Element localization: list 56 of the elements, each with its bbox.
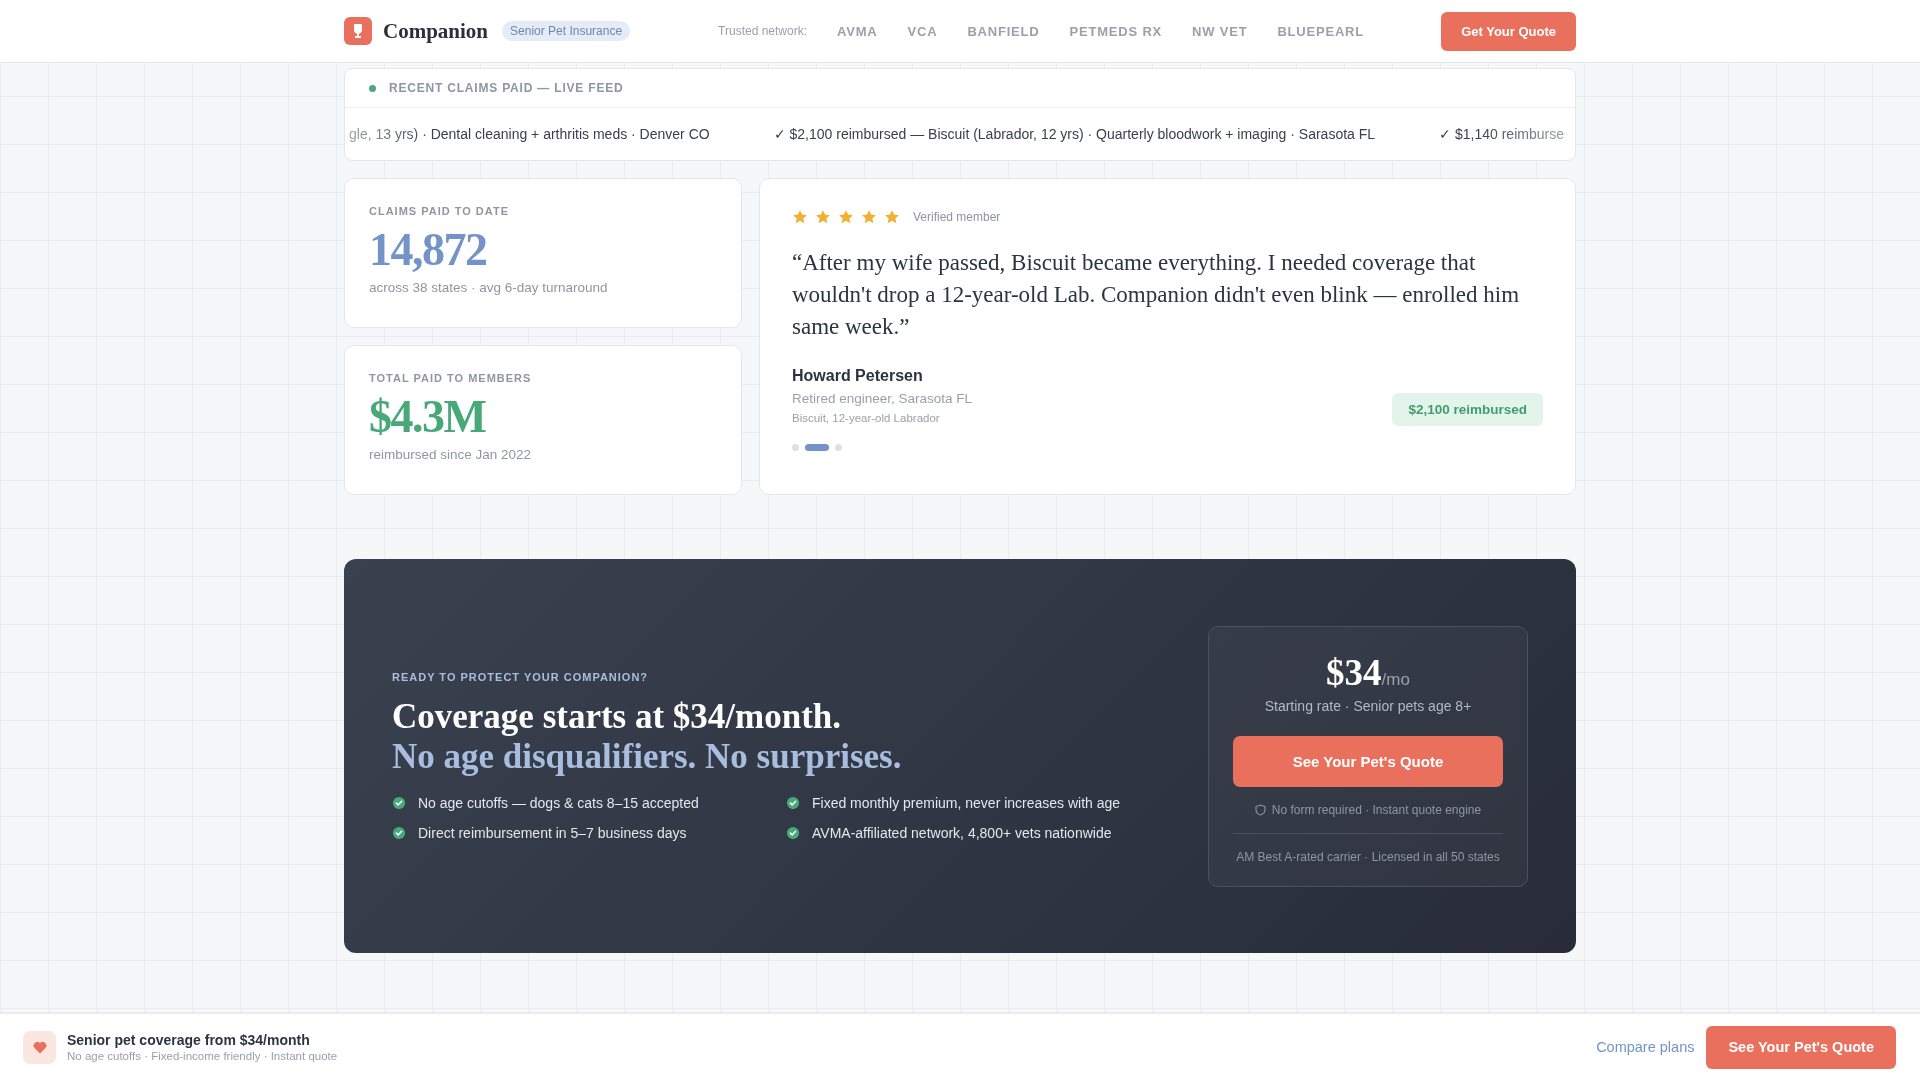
stat-note: reimbursed since Jan 2022 (369, 446, 533, 462)
stat-value: 14,872 (369, 225, 488, 276)
network-label: Trusted network: (718, 24, 808, 38)
shield-icon (1254, 803, 1266, 816)
bar-title: Senior pet coverage from $34/month (67, 1032, 311, 1048)
category-badge: Senior Pet Insurance (502, 21, 631, 41)
carousel-dot[interactable] (835, 444, 842, 451)
check-icon (786, 826, 800, 840)
price-value: $34/mo (1325, 650, 1411, 694)
feature-text: Direct reimbursement in 5–7 business days (418, 825, 687, 841)
partner-logo: NW VET (1192, 23, 1248, 39)
see-quote-button[interactable]: See Your Pet's Quote (1233, 735, 1503, 787)
compare-plans-link[interactable]: Compare plans (1596, 1039, 1695, 1055)
feed-item: ✓ $1,140 reimburse (1439, 126, 1564, 142)
brand-name: Companion (383, 18, 489, 44)
feature-text: AVMA-affiliated network, 4,800+ vets nationwide (812, 825, 1112, 841)
check-icon (392, 796, 406, 810)
stat-label: TOTAL PAID TO MEMBERS (369, 372, 533, 384)
cta-headline: Coverage starts at $34/month. (392, 697, 843, 737)
partner-logo: VCA (907, 23, 938, 39)
feed-item: gle, 13 yrs) · Dental cleaning + arthritis meds · Denver CO (349, 126, 710, 142)
rate-note: Starting rate · Senior pets age 8+ (1263, 697, 1473, 714)
see-quote-button[interactable]: See Your Pet's Quote (1706, 1025, 1896, 1069)
reviewer-name: Howard Petersen (792, 367, 924, 385)
carrier-note: AM Best A-rated carrier · Licensed in all 50 states (1235, 849, 1501, 864)
reimbursed-badge: $2,100 reimbursed (1392, 393, 1543, 426)
verified-label: Verified member (913, 210, 1001, 224)
assurance-note: No form required · Instant quote engine (1271, 802, 1482, 817)
star-icon (838, 209, 854, 225)
feed-title: RECENT CLAIMS PAID — LIVE FEED (389, 81, 624, 95)
feature-text: Fixed monthly premium, never increases with age (812, 795, 1121, 811)
check-icon (786, 796, 800, 810)
partner-logo: BLUEPEARL (1277, 23, 1365, 39)
partner-logo: AVMA (837, 23, 878, 39)
star-icon (815, 209, 831, 225)
logo-icon (344, 17, 372, 45)
get-quote-button[interactable]: Get Your Quote (1441, 11, 1576, 51)
cta-eyebrow: READY TO PROTECT YOUR COMPANION? (392, 671, 650, 683)
testimonial-quote: “After my wife passed, Biscuit became everything. I needed coverage that wouldn't drop a 12-year-old Lab. Companion didn't even blink — enrolled him same week.” (792, 249, 1521, 341)
star-icon (792, 209, 808, 225)
partner-logo: PETMEDS RX (1069, 23, 1163, 39)
star-icon (884, 209, 900, 225)
feature-text: No age cutoffs — dogs & cats 8–15 accepted (418, 795, 699, 811)
stat-value: $4.3M (369, 392, 487, 443)
star-icon (861, 209, 877, 225)
stat-label: CLAIMS PAID TO DATE (369, 205, 510, 217)
check-icon (392, 826, 406, 840)
partner-logo: BANFIELD (967, 23, 1040, 39)
live-dot-icon (369, 84, 376, 92)
carousel-dot[interactable] (792, 444, 799, 451)
cta-subheadline: No age disqualifiers. No surprises. (392, 737, 903, 777)
feed-item: ✓ $2,100 reimbursed — Biscuit (Labrador, 12 yrs) · Quarterly bloodwork + imaging · Sarasota FL (773, 126, 1376, 142)
stat-note: across 38 states · avg 6-day turnaround (369, 279, 609, 295)
pet-info: Biscuit, 12-year-old Labrador (792, 412, 941, 424)
bar-subtitle: No age cutoffs · Fixed-income friendly · Instant quote (67, 1050, 338, 1062)
reviewer-role: Retired engineer, Sarasota FL (792, 391, 973, 406)
